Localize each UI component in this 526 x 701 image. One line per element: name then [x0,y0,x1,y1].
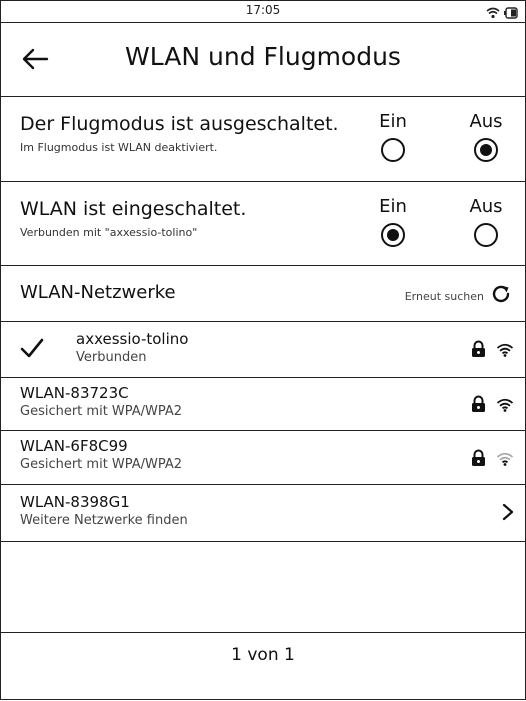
wlan-off-radio[interactable] [474,223,498,247]
pagination-bar: 1 von 1 [0,632,526,701]
flight-mode-off-label: Aus [469,111,503,132]
wlan-on-radio[interactable] [381,223,405,247]
wlan-on-label: Ein [379,196,407,217]
wlan-on-option: Ein [373,196,413,251]
refresh-icon [490,283,512,309]
wlan-label: WLAN ist eingeschaltet. [20,198,247,220]
wifi-signal-strong-icon [496,397,514,416]
network-item-axxessio-tolino[interactable]: axxessio-tolino Verbunden [0,322,526,378]
networks-header: WLAN-Netzwerke Erneut suchen [0,266,526,322]
wlan-off-label: Aus [469,196,503,217]
lock-icon [471,449,486,471]
flight-mode-off-option: Aus [466,111,506,166]
network-item-wlan-6f8c99[interactable]: WLAN-6F8C99 Gesichert mit WPA/WPA2 [0,431,526,485]
flight-mode-off-radio[interactable] [474,138,498,162]
battery-icon [504,4,518,23]
page-indicator: 1 von 1 [231,645,295,665]
flight-mode-subtext: Im Flugmodus ist WLAN deaktiviert. [20,141,218,154]
network-status: Weitere Netzwerke finden [20,513,188,528]
status-time: 17:05 [245,3,281,17]
checkmark-icon [20,337,44,363]
network-item-wlan-8398g1[interactable]: WLAN-8398G1 Weitere Netzwerke finden [0,485,526,542]
wifi-status-icon [486,4,500,23]
lock-icon [471,340,486,362]
wlan-subtext: Verbunden mit "axxessio-tolino" [20,226,198,239]
networks-title: WLAN-Netzwerke [20,282,176,303]
network-name: WLAN-6F8C99 [20,437,128,455]
page-title: WLAN und Flugmodus [125,42,401,71]
rescan-button[interactable]: Erneut suchen [405,283,512,309]
rescan-label: Erneut suchen [404,289,484,303]
lock-icon [471,395,486,417]
network-name: WLAN-83723C [20,384,129,402]
network-item-wlan-83723c[interactable]: WLAN-83723C Gesichert mit WPA/WPA2 [0,378,526,431]
network-status: Gesichert mit WPA/WPA2 [20,457,183,472]
wlan-off-option: Aus [466,196,506,251]
chevron-right-icon [502,503,514,525]
flight-mode-row: Der Flugmodus ist ausgeschaltet. Im Flug… [0,97,526,182]
flight-mode-on-label: Ein [379,111,407,132]
wlan-row: WLAN ist eingeschaltet. Verbunden mit "a… [0,182,526,266]
network-status: Verbunden [76,350,147,365]
title-bar: WLAN und Flugmodus [0,22,526,97]
network-status: Gesichert mit WPA/WPA2 [20,404,183,419]
flight-mode-label: Der Flugmodus ist ausgeschaltet. [20,113,339,135]
wifi-signal-weak-icon [496,451,514,470]
network-name: WLAN-8398G1 [20,493,130,511]
network-name: axxessio-tolino [76,330,189,348]
wifi-signal-strong-icon [496,342,514,361]
status-bar: 17:05 [0,0,526,23]
flight-mode-on-option: Ein [373,111,413,166]
flight-mode-on-radio[interactable] [381,138,405,162]
